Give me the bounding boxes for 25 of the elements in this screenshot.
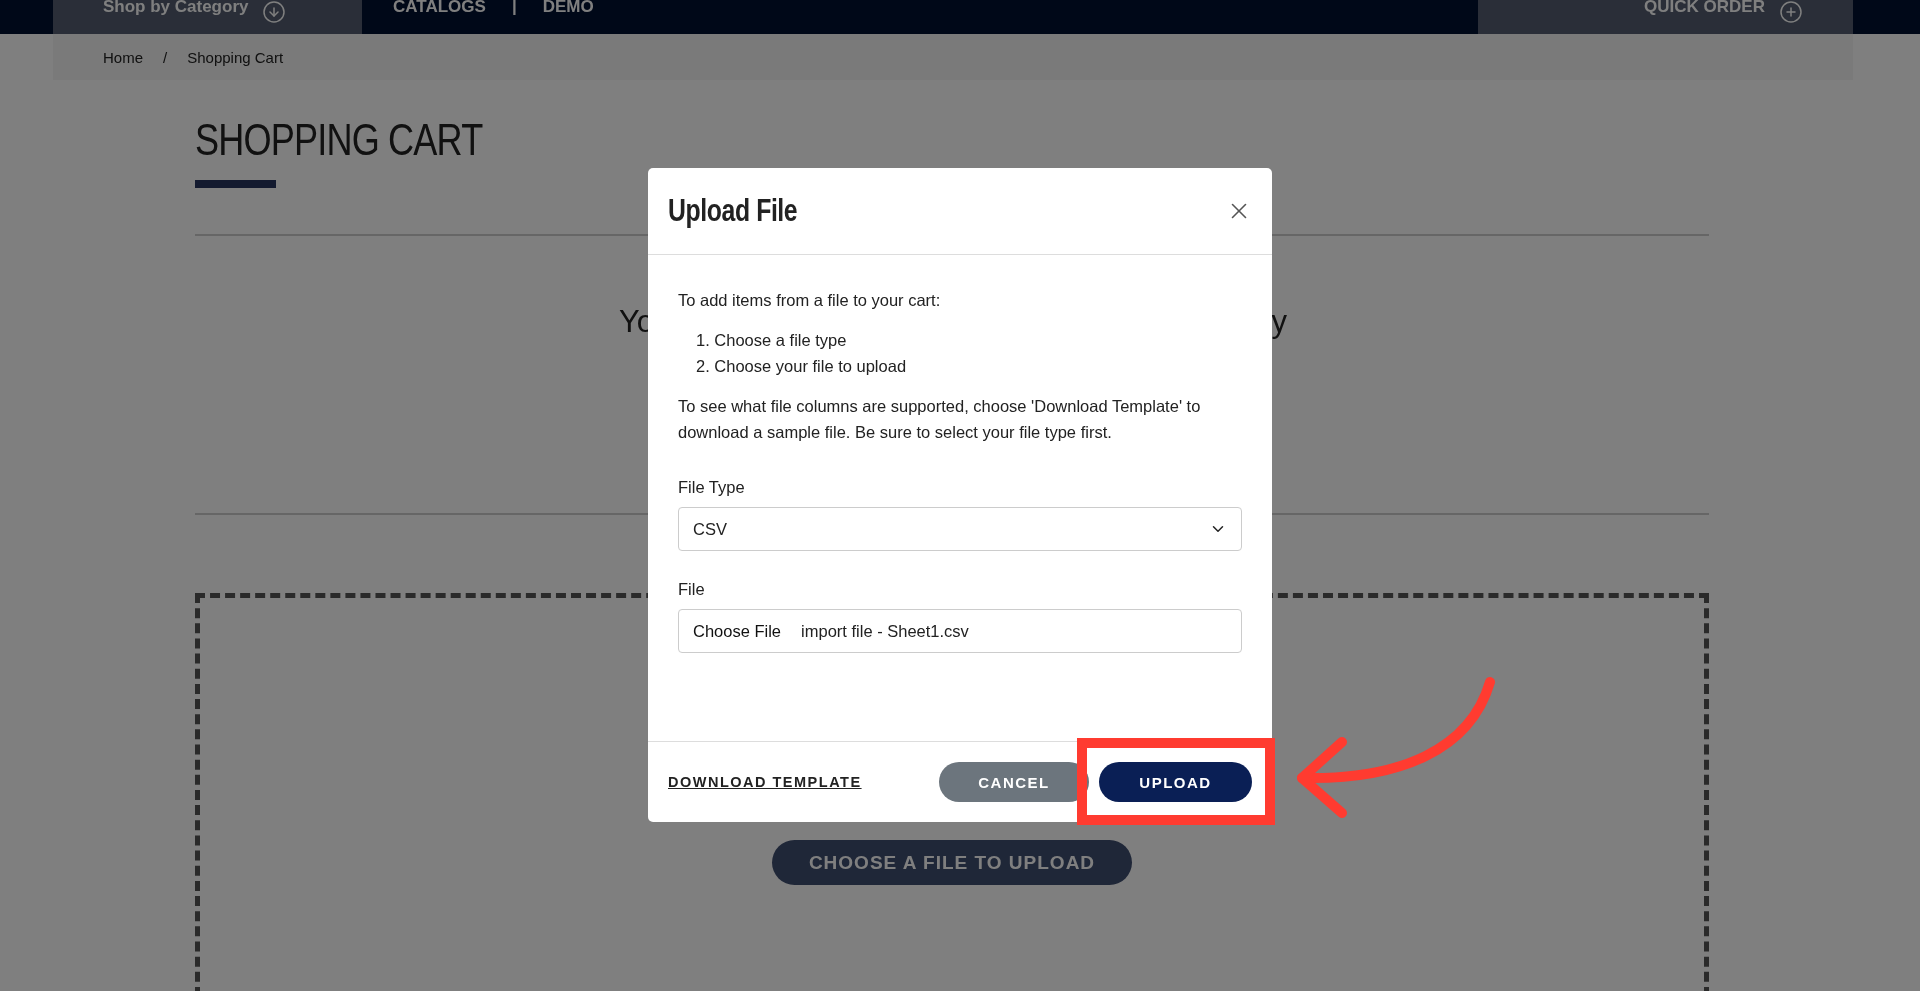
page-title: SHOPPING CART: [195, 114, 484, 166]
step-item: 1. Choose a file type: [696, 330, 848, 351]
breadcrumb-separator: /: [163, 48, 168, 66]
quick-order-button[interactable]: QUICK ORDER: [1644, 0, 1803, 34]
breadcrumb-link[interactable]: Shopping Cart: [187, 48, 284, 66]
download-template-link[interactable]: DOWNLOAD TEMPLATE: [668, 774, 862, 790]
help-text: To see what file columns are supported, choose 'Download Template' to download a sample file. Be sure to select your file type first.: [678, 396, 1202, 443]
nav-separator: |: [511, 0, 517, 14]
choose-file-button[interactable]: CHOOSE A FILE TO UPLOAD: [772, 840, 1132, 885]
nav-link[interactable]: DEMO: [542, 0, 594, 14]
step-item: 2. Choose your file to upload: [696, 356, 908, 377]
choose-file-button[interactable]: Choose File: [693, 621, 782, 641]
nav-link[interactable]: CATALOGS: [393, 0, 486, 14]
dialog-title: Upload File: [668, 193, 798, 229]
file-type-select[interactable]: CSV: [678, 507, 1242, 551]
circle-plus-icon: [1779, 0, 1803, 24]
empty-cart-message: y: [1271, 304, 1287, 341]
intro-text: To add items from a file to your cart:: [678, 290, 942, 311]
circle-arrow-down-icon: [262, 0, 287, 24]
shop-by-category-button[interactable]: Shop by Category: [103, 0, 287, 24]
file-name: import file - Sheet1.csv: [801, 621, 969, 641]
field-label: File Type: [678, 477, 746, 498]
breadcrumb-link[interactable]: Home: [103, 48, 143, 66]
cancel-button[interactable]: CANCEL: [939, 762, 1089, 802]
upload-button[interactable]: UPLOAD: [1099, 762, 1252, 802]
